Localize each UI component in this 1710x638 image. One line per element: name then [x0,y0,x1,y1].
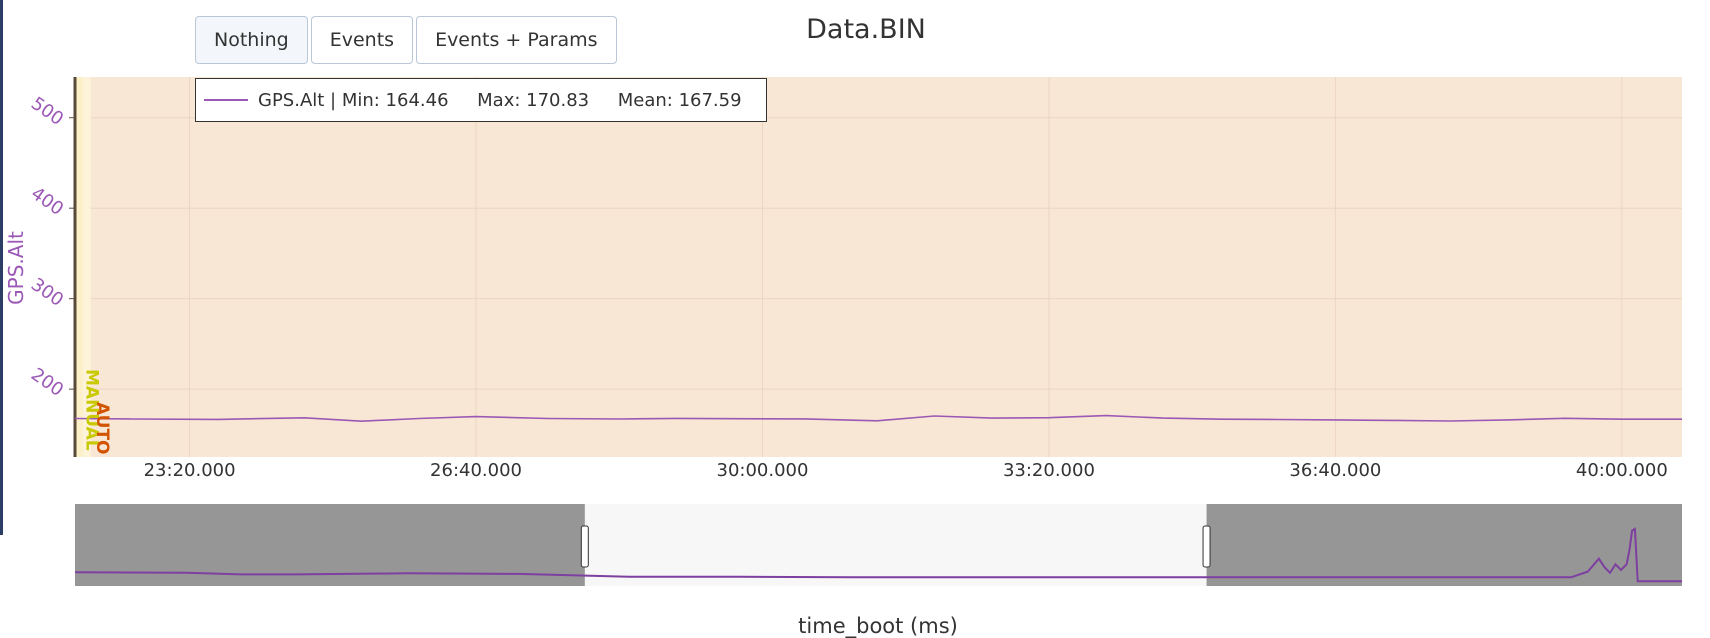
legend[interactable]: GPS.Alt | Min: 164.46 Max: 170.83 Mean: … [195,78,767,122]
mode-label-auto: AUTO [91,402,112,455]
x-tick-label: 33:20.000 [1002,460,1095,481]
x-tick-label: 36:40.000 [1289,460,1382,481]
legend-swatch [204,99,248,101]
legend-entry: GPS.Alt | Min: 164.46 Max: 170.83 Mean: … [258,89,742,111]
x-tick-label: 30:00.000 [716,460,809,481]
rangeslider-handle-right[interactable] [1202,525,1211,568]
y-axis-label: GPS.Alt [4,231,28,305]
x-axis-label: time_boot (ms) [798,614,958,638]
x-tick-label: 23:20.000 [143,460,236,481]
x-tick-label: 26:40.000 [430,460,523,481]
x-tick-label: 40:00.000 [1575,460,1668,481]
rangeslider-handle-left[interactable] [580,525,589,568]
plot-area[interactable] [75,77,1682,457]
rangeslider-window[interactable] [584,504,1207,586]
